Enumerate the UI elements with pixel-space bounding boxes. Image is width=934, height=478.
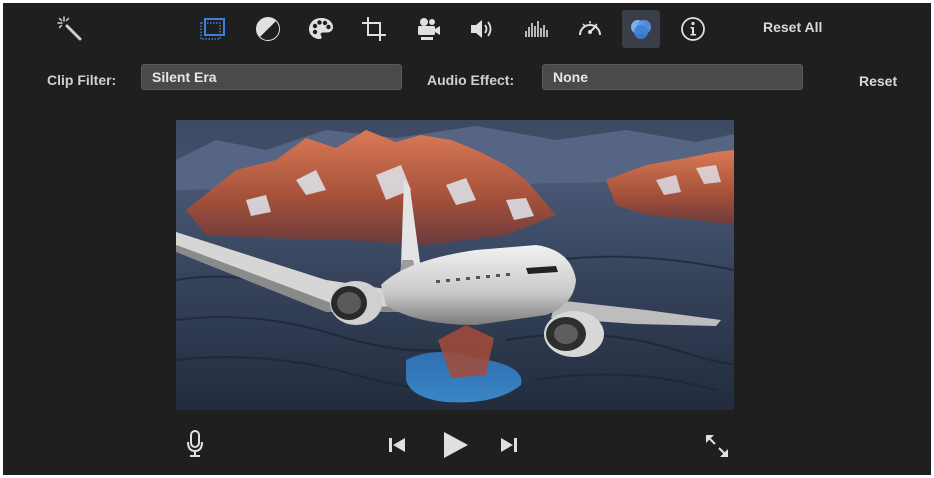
speedometer-icon xyxy=(579,21,601,36)
info-icon xyxy=(681,17,705,41)
skip-forward-icon xyxy=(501,438,517,452)
crop-frame-button[interactable] xyxy=(198,14,228,44)
skip-back-button[interactable] xyxy=(385,433,409,457)
skip-forward-button[interactable] xyxy=(497,433,521,457)
reset-all-button[interactable]: Reset All xyxy=(763,17,843,37)
microphone-icon xyxy=(187,430,203,457)
clip-filter-button[interactable] xyxy=(622,10,660,48)
crop-icon xyxy=(362,17,386,41)
palette-icon xyxy=(309,18,333,39)
audio-effect-field[interactable]: None xyxy=(542,64,803,90)
clip-filter-label: Clip Filter: xyxy=(47,72,117,88)
clip-filter-field[interactable]: Silent Era xyxy=(141,64,402,90)
magic-wand-button[interactable] xyxy=(55,14,85,44)
inspector-window: Reset All Clip Filter: Silent Era Audio … xyxy=(3,3,931,475)
info-button[interactable] xyxy=(678,14,708,44)
play-icon xyxy=(444,432,468,458)
play-button[interactable] xyxy=(437,427,473,463)
video-camera-icon xyxy=(418,18,440,40)
audio-effect-label: Audio Effect: xyxy=(427,72,515,88)
color-balance-icon xyxy=(256,17,280,41)
video-frame-airplane-mountains xyxy=(176,120,734,410)
speaker-icon xyxy=(471,20,492,38)
fullscreen-icon xyxy=(706,435,728,457)
skip-back-icon xyxy=(389,438,405,452)
microphone-button[interactable] xyxy=(183,427,207,461)
filter-circles-icon xyxy=(631,20,651,39)
stabilization-button[interactable] xyxy=(413,14,443,44)
fullscreen-button[interactable] xyxy=(702,431,732,461)
crop-button[interactable] xyxy=(359,14,389,44)
reset-button[interactable]: Reset xyxy=(859,72,897,90)
volume-button[interactable] xyxy=(467,14,497,44)
color-correction-button[interactable] xyxy=(306,14,336,44)
magic-wand-icon xyxy=(57,16,82,41)
equalizer-icon xyxy=(525,21,548,37)
noise-reduction-button[interactable] xyxy=(521,14,551,44)
speed-button[interactable] xyxy=(575,14,605,44)
video-viewer[interactable] xyxy=(176,120,734,410)
crop-frame-icon xyxy=(200,18,225,40)
color-balance-button[interactable] xyxy=(253,14,283,44)
